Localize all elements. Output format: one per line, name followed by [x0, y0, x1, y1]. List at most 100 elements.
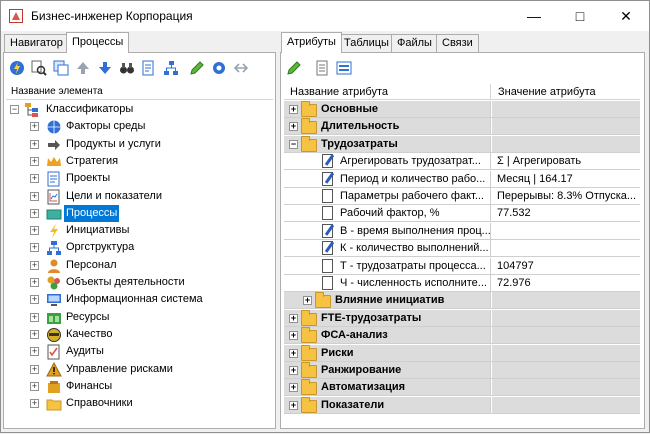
- filter-doc-button[interactable]: [139, 58, 159, 78]
- attribute-group-row[interactable]: + Показатели: [284, 397, 640, 414]
- expand-toggle[interactable]: +: [289, 122, 298, 131]
- attribute-name-cell[interactable]: + Показатели: [284, 397, 491, 413]
- edit-attribute-button[interactable]: [284, 58, 304, 78]
- attribute-name-cell[interactable]: − Трудозатраты: [284, 136, 491, 152]
- attribute-value-cell[interactable]: 104797: [492, 258, 640, 274]
- attribute-value-cell[interactable]: Месяц | 164.17: [492, 171, 640, 187]
- expand-toggle[interactable]: +: [30, 192, 39, 201]
- expand-toggle[interactable]: +: [30, 382, 39, 391]
- tab-links[interactable]: Связи: [436, 34, 479, 52]
- form-view-button[interactable]: [334, 58, 354, 78]
- expand-toggle[interactable]: +: [289, 314, 298, 323]
- expand-toggle[interactable]: +: [30, 261, 39, 270]
- tree-node[interactable]: + Стратегия: [6, 153, 266, 170]
- attribute-name-cell[interactable]: В - время выполнения проц...: [284, 223, 491, 239]
- lightning-button[interactable]: [7, 58, 27, 78]
- expand-toggle[interactable]: +: [30, 365, 39, 374]
- collapse-toggle[interactable]: −: [10, 105, 19, 114]
- attribute-name-cell[interactable]: + Ранжирование: [284, 362, 491, 378]
- tree-view-button[interactable]: [161, 58, 181, 78]
- attribute-value-cell[interactable]: [492, 136, 640, 152]
- attribute-group-row[interactable]: + Автоматизация: [284, 379, 640, 396]
- close-button[interactable]: ✕: [603, 1, 649, 31]
- attribute-value-cell[interactable]: [492, 362, 640, 378]
- attribute-group-row[interactable]: + FTE-трудозатраты: [284, 310, 640, 327]
- copy-button[interactable]: [51, 58, 71, 78]
- tree-node[interactable]: + Информационная система: [6, 291, 266, 308]
- attribute-name-cell[interactable]: Параметры рабочего факт...: [284, 188, 491, 204]
- maximize-button[interactable]: □: [557, 1, 603, 31]
- minimize-button[interactable]: —: [511, 1, 557, 31]
- edit-button[interactable]: [187, 58, 207, 78]
- attribute-value-cell[interactable]: [492, 345, 640, 361]
- tree-node[interactable]: + Проекты: [6, 170, 266, 187]
- expand-toggle[interactable]: +: [303, 296, 312, 305]
- attribute-value-cell[interactable]: Перерывы: 8.3% Отпуска...: [492, 188, 640, 204]
- attribute-name-cell[interactable]: + Риски: [284, 345, 491, 361]
- tree-node[interactable]: + Справочники: [6, 395, 266, 412]
- tree-node[interactable]: + Цели и показатели: [6, 188, 266, 205]
- attribute-group-row[interactable]: + Длительность: [284, 118, 640, 135]
- tree-column-header[interactable]: Название элемента: [6, 84, 273, 100]
- attribute-group-row[interactable]: − Трудозатраты: [284, 136, 640, 153]
- tree-node[interactable]: + Персонал: [6, 257, 266, 274]
- tab-navigator[interactable]: Навигатор: [4, 34, 69, 52]
- expand-toggle[interactable]: +: [30, 140, 39, 149]
- tree-node[interactable]: + Финансы: [6, 378, 266, 395]
- attribute-name-cell[interactable]: К - количество выполнений...: [284, 240, 491, 256]
- tree-node[interactable]: + Ресурсы: [6, 309, 266, 326]
- collapse-toggle[interactable]: −: [289, 140, 298, 149]
- expand-toggle[interactable]: +: [30, 330, 39, 339]
- expand-toggle[interactable]: +: [289, 349, 298, 358]
- expand-toggle[interactable]: +: [30, 174, 39, 183]
- attribute-group-row[interactable]: + Ранжирование: [284, 362, 640, 379]
- expand-toggle[interactable]: +: [30, 295, 39, 304]
- expand-toggle[interactable]: +: [30, 226, 39, 235]
- attribute-value-cell[interactable]: Σ | Агрегировать: [492, 153, 640, 169]
- settings-button[interactable]: [209, 58, 229, 78]
- tree-node[interactable]: + Факторы среды: [6, 118, 266, 135]
- expand-toggle[interactable]: +: [30, 347, 39, 356]
- attribute-value-cell[interactable]: [492, 310, 640, 326]
- tab-attributes[interactable]: Атрибуты: [281, 32, 342, 53]
- attribute-value-cell[interactable]: [492, 223, 640, 239]
- expand-toggle[interactable]: +: [30, 157, 39, 166]
- tree-node[interactable]: + Управление рисками: [6, 361, 266, 378]
- search-tree-button[interactable]: [29, 58, 49, 78]
- move-down-button[interactable]: [95, 58, 115, 78]
- attribute-row[interactable]: Параметры рабочего факт... Перерывы: 8.3%…: [284, 188, 640, 205]
- expand-toggle[interactable]: +: [289, 105, 298, 114]
- expand-toggle[interactable]: +: [289, 401, 298, 410]
- attribute-name-cell[interactable]: Т - трудозатраты процесса...: [284, 258, 491, 274]
- tree-node-root[interactable]: − Классификаторы: [6, 101, 266, 118]
- expand-toggle[interactable]: +: [30, 278, 39, 287]
- expand-toggle[interactable]: +: [30, 313, 39, 322]
- attribute-name-cell[interactable]: + FTE-трудозатраты: [284, 310, 491, 326]
- tree-node[interactable]: + Качество: [6, 326, 266, 343]
- tree-node[interactable]: + Инициативы: [6, 222, 266, 239]
- attribute-value-cell[interactable]: [492, 101, 640, 117]
- tree-node[interactable]: + Объекты деятельности: [6, 274, 266, 291]
- attribute-value-cell[interactable]: 72.976: [492, 275, 640, 291]
- tree-node[interactable]: + Процессы: [6, 205, 266, 222]
- attribute-value-cell[interactable]: [492, 240, 640, 256]
- attribute-group-row[interactable]: + ФСА-анализ: [284, 327, 640, 344]
- attribute-name-cell[interactable]: + ФСА-анализ: [284, 327, 491, 343]
- attribute-name-cell[interactable]: Агрегировать трудозатрат...: [284, 153, 491, 169]
- attribute-name-cell[interactable]: + Основные: [284, 101, 491, 117]
- attribute-name-cell[interactable]: Ч - численность исполните...: [284, 275, 491, 291]
- move-up-button[interactable]: [73, 58, 93, 78]
- attribute-group-row[interactable]: + Основные: [284, 101, 640, 118]
- tree-node[interactable]: + Продукты и услуги: [6, 136, 266, 153]
- attribute-row[interactable]: Период и количество рабо... Месяц | 164.1…: [284, 171, 640, 188]
- expand-toggle[interactable]: +: [30, 399, 39, 408]
- attribute-row[interactable]: Агрегировать трудозатрат... Σ | Агрегиров…: [284, 153, 640, 170]
- tree-node[interactable]: + Оргструктура: [6, 239, 266, 256]
- attribute-value-cell[interactable]: [492, 379, 640, 395]
- attribute-name-cell[interactable]: Рабочий фактор, %: [284, 205, 491, 221]
- table-view-button[interactable]: [312, 58, 332, 78]
- expand-toggle[interactable]: +: [289, 331, 298, 340]
- attribute-value-cell[interactable]: [492, 327, 640, 343]
- attribute-value-cell[interactable]: [492, 118, 640, 134]
- tab-tables[interactable]: Таблицы: [338, 34, 395, 52]
